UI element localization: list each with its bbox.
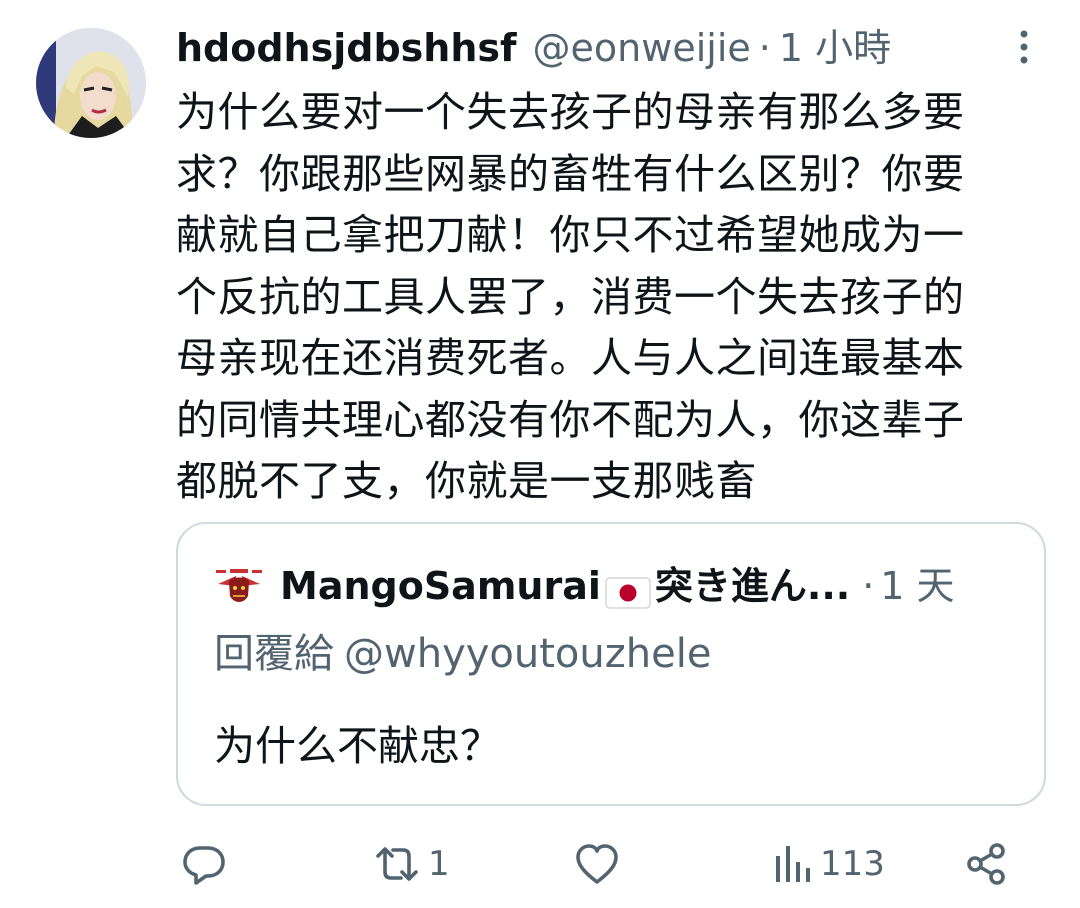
reply-to-handle[interactable]: @whyyoutouzhele xyxy=(344,631,711,677)
tweet-timestamp[interactable]: 1 小時 xyxy=(779,24,891,72)
tweet-text: 为什么要对一个失去孩子的母亲有那么多要 求？你跟那些网暴的畜牲有什么区别？你要 … xyxy=(176,88,965,505)
quoted-tweet-header: MangoSamurai 突き進ん... · 1 天 xyxy=(214,560,955,612)
more-options-icon[interactable] xyxy=(1010,28,1038,68)
like-button[interactable] xyxy=(574,832,620,896)
heart-icon xyxy=(574,842,620,886)
quoted-reply-context: 回覆給 @whyyoutouzhele xyxy=(214,628,711,680)
quoted-tweet-timestamp[interactable]: 1 天 xyxy=(880,560,954,612)
retweet-icon xyxy=(372,840,422,888)
quoted-tweet-card[interactable]: MangoSamurai 突き進ん... · 1 天 回覆給 @whyyoutou… xyxy=(176,522,1046,806)
author-handle[interactable]: @eonweijie xyxy=(533,24,751,72)
retweet-button[interactable]: 1 xyxy=(372,832,450,896)
share-button[interactable] xyxy=(962,832,1010,896)
views-count: 113 xyxy=(820,844,885,884)
views-chart-icon xyxy=(770,842,814,886)
reply-button[interactable] xyxy=(180,832,228,896)
header-separator: · xyxy=(758,26,771,70)
tweet-action-bar: 1 113 xyxy=(0,832,1080,896)
reply-label: 回覆給 xyxy=(214,631,334,677)
views-button[interactable]: 113 xyxy=(770,832,885,896)
share-icon xyxy=(962,840,1010,888)
quoted-author-name-suffix[interactable]: 突き進ん... xyxy=(655,560,850,612)
quoted-author-name[interactable]: MangoSamurai xyxy=(280,560,601,612)
author-avatar[interactable] xyxy=(36,28,146,138)
author-display-name[interactable]: hdodhsjdbshhsf xyxy=(176,24,517,72)
retweet-count: 1 xyxy=(428,844,450,884)
japan-flag-icon xyxy=(605,570,651,609)
quoted-header-separator: · xyxy=(862,564,875,608)
reply-icon xyxy=(180,840,228,888)
quoted-tweet-text: 为什么不献忠？ xyxy=(214,722,501,770)
quoted-author-avatar[interactable] xyxy=(214,566,264,606)
tweet-header: hdodhsjdbshhsf @eonweijie · 1 小時 xyxy=(176,24,891,72)
